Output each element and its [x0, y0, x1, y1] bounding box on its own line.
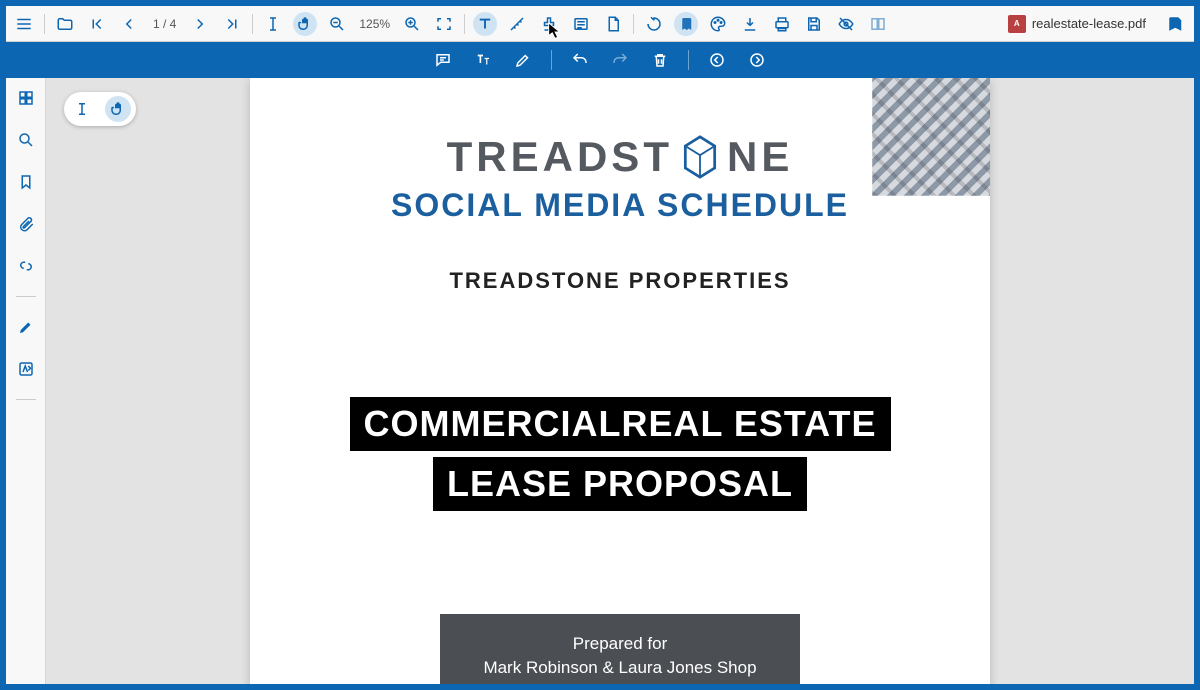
rotate-icon[interactable]: [642, 12, 666, 36]
logo-mark-icon: [681, 135, 719, 179]
headline-line-1: COMMERCIALREAL ESTATE: [350, 397, 891, 451]
zoom-out-icon[interactable]: [325, 12, 349, 36]
link-icon[interactable]: [14, 254, 38, 278]
text-tool-icon[interactable]: [473, 12, 497, 36]
zoom-level: 125%: [357, 17, 392, 31]
thumbnails-icon[interactable]: [14, 86, 38, 110]
step-forward-icon[interactable]: [745, 48, 769, 72]
logo: TREADST NE: [250, 133, 990, 181]
headline: COMMERCIALREAL ESTATE LEASE PROPOSAL: [250, 394, 990, 514]
form-icon[interactable]: [569, 12, 593, 36]
print-icon[interactable]: [770, 12, 794, 36]
bookmark-icon[interactable]: [14, 170, 38, 194]
text-select-mode-icon[interactable]: [69, 96, 95, 122]
comment-icon[interactable]: [431, 48, 455, 72]
document-page: TREADST NE SOCIAL MEDIA SCHEDULE TREADST…: [250, 78, 990, 684]
zoom-in-icon[interactable]: [400, 12, 424, 36]
file-name: realestate-lease.pdf: [1032, 16, 1146, 31]
page-counter: 1 / 4: [149, 17, 180, 31]
menu-icon[interactable]: [12, 12, 36, 36]
separator: [464, 14, 465, 34]
first-page-icon[interactable]: [85, 12, 109, 36]
step-back-icon[interactable]: [705, 48, 729, 72]
separator: [16, 399, 36, 400]
edit-pencil-icon[interactable]: [14, 315, 38, 339]
text-format-icon[interactable]: [471, 48, 495, 72]
stamp-icon[interactable]: [537, 12, 561, 36]
separator: [252, 14, 253, 34]
delete-icon[interactable]: [648, 48, 672, 72]
prepared-box: Prepared for Mark Robinson & Laura Jones…: [440, 614, 800, 684]
open-folder-icon[interactable]: [53, 12, 77, 36]
text-select-icon[interactable]: [261, 12, 285, 36]
palette-icon[interactable]: [706, 12, 730, 36]
fit-screen-icon[interactable]: [432, 12, 456, 36]
logo-text-left: TREADST: [447, 133, 673, 181]
company-name: TREADSTONE PROPERTIES: [250, 268, 990, 294]
mode-toggle-pill: [64, 92, 136, 126]
redo-icon[interactable]: [608, 48, 632, 72]
pdf-file-icon: A: [1008, 15, 1026, 33]
sign-icon[interactable]: [14, 357, 38, 381]
prepared-for-label: Prepared for: [450, 634, 790, 654]
separator: [688, 50, 689, 70]
search-icon[interactable]: [14, 128, 38, 152]
pan-hand-icon[interactable]: [293, 12, 317, 36]
download-icon[interactable]: [738, 12, 762, 36]
prepared-for-value: Mark Robinson & Laura Jones Shop: [450, 658, 790, 678]
previous-page-icon[interactable]: [117, 12, 141, 36]
ruler-icon[interactable]: [505, 12, 529, 36]
headline-line-2: LEASE PROPOSAL: [433, 457, 807, 511]
document-subtitle: SOCIAL MEDIA SCHEDULE: [250, 187, 990, 224]
pan-mode-icon[interactable]: [105, 96, 131, 122]
document-workspace[interactable]: TREADST NE SOCIAL MEDIA SCHEDULE TREADST…: [46, 78, 1194, 684]
main-toolbar: 1 / 4 125% A realestate-lease.pdf: [6, 6, 1194, 42]
save-icon[interactable]: [802, 12, 826, 36]
next-page-icon[interactable]: [188, 12, 212, 36]
separator: [16, 296, 36, 297]
undo-icon[interactable]: [568, 48, 592, 72]
file-bookmark-icon[interactable]: [1164, 12, 1188, 36]
visibility-off-icon[interactable]: [834, 12, 858, 36]
logo-text-right: NE: [727, 133, 793, 181]
separator: [44, 14, 45, 34]
separator: [551, 50, 552, 70]
prepared-by-label: Prepared by: [450, 682, 790, 684]
annotation-toolbar: [6, 42, 1194, 78]
left-panel-rail: [6, 78, 46, 684]
attachment-icon[interactable]: [14, 212, 38, 236]
pen-draw-icon[interactable]: [511, 48, 535, 72]
page-icon[interactable]: [601, 12, 625, 36]
last-page-icon[interactable]: [220, 12, 244, 36]
compare-icon[interactable]: [866, 12, 890, 36]
separator: [633, 14, 634, 34]
book-icon[interactable]: [674, 12, 698, 36]
